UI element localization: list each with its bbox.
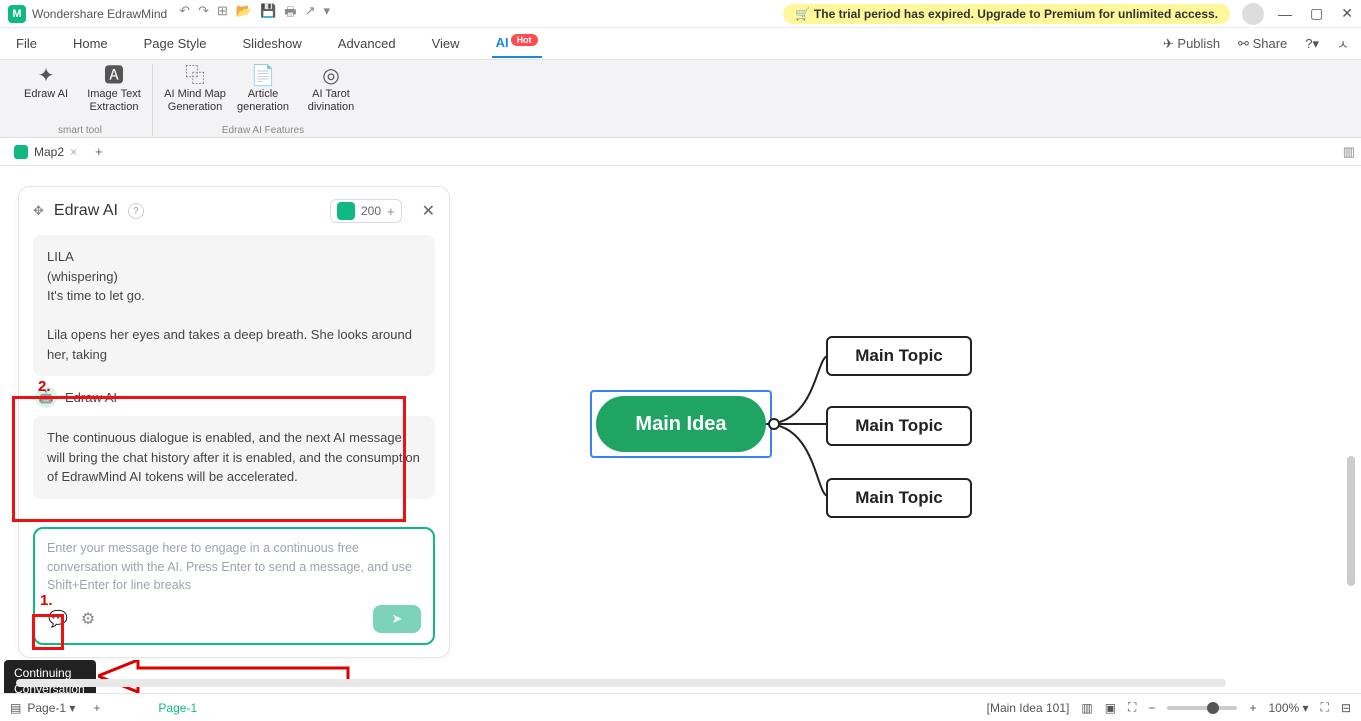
menu-home[interactable]: Home	[69, 30, 112, 57]
ribbon: ✦Edraw AI 🅰Image Text Extraction smart t…	[0, 60, 1361, 138]
topic-node[interactable]: Main Topic	[826, 406, 972, 446]
maximize-icon[interactable]: ▢	[1310, 5, 1323, 22]
title-bar: M Wondershare EdrawMind ↶ ↷ ⊞ 📂 💾 🖶 ↗ ▾ …	[0, 0, 1361, 28]
collapse-icon[interactable]: ⊟	[1341, 701, 1351, 715]
zoom-in-button[interactable]: +	[1249, 701, 1256, 715]
panel-toggle-icon[interactable]: ▥	[1343, 144, 1355, 160]
send-button[interactable]: ➤	[373, 605, 421, 633]
user-avatar[interactable]	[1242, 3, 1264, 25]
group-label: Edraw AI Features	[222, 125, 304, 136]
menu-bar: File Home Page Style Slideshow Advanced …	[0, 28, 1361, 60]
app-logo: M	[8, 5, 26, 23]
close-icon[interactable]: ✕	[1341, 5, 1353, 22]
menu-ai[interactable]: AIHot	[492, 29, 542, 58]
hot-badge: Hot	[511, 34, 538, 46]
ai-message: LILA (whispering) It's time to let go. L…	[33, 235, 435, 376]
zoom-out-button[interactable]: −	[1148, 701, 1155, 715]
panel-close-icon[interactable]: ✕	[422, 201, 435, 221]
open-icon[interactable]: 📂	[236, 3, 252, 25]
add-page-button[interactable]: +	[93, 701, 100, 715]
horizontal-scrollbar[interactable]	[16, 679, 1226, 687]
fit-width-icon[interactable]: ⛶	[1128, 700, 1136, 715]
add-tokens-button[interactable]: +	[387, 204, 395, 219]
drag-handle-icon[interactable]: ✥	[33, 203, 44, 219]
window-controls: — ▢ ✕	[1278, 5, 1353, 22]
image-text-extraction-button[interactable]: 🅰Image Text Extraction	[82, 64, 146, 114]
edraw-ai-button[interactable]: ✦Edraw AI	[14, 64, 78, 114]
save-icon[interactable]: 💾	[260, 3, 276, 25]
ai-input-area[interactable]: Enter your message here to engage in a c…	[33, 527, 435, 645]
bot-avatar-icon: 🤖	[35, 386, 57, 408]
topic-node[interactable]: Main Topic	[826, 336, 972, 376]
article-icon: 📄	[251, 64, 276, 88]
minimize-icon[interactable]: —	[1278, 6, 1292, 22]
page-selector[interactable]: Page-1 ▾	[27, 701, 75, 715]
undo-icon[interactable]: ↶	[179, 3, 190, 25]
token-counter: 200 +	[330, 199, 402, 223]
collapse-ribbon-icon[interactable]: ㅅ	[1337, 34, 1349, 53]
ai-message: The continuous dialogue is enabled, and …	[33, 416, 435, 499]
bot-name: Edraw AI	[65, 390, 117, 405]
ocr-icon: 🅰	[104, 64, 124, 88]
status-bar: ▤ Page-1 ▾ + Page-1 [Main Idea 101] ▥ ▣ …	[0, 693, 1361, 721]
print-icon[interactable]: 🖶	[284, 3, 296, 25]
article-generation-button[interactable]: 📄Article generation	[231, 64, 295, 114]
trial-banner[interactable]: 🛒 The trial period has expired. Upgrade …	[783, 4, 1230, 24]
fullscreen-icon[interactable]: ⛶	[1321, 700, 1329, 715]
token-value: 200	[361, 204, 381, 218]
more-icon[interactable]: ▾	[323, 3, 330, 25]
ai-mindmap-button[interactable]: ⿻AI Mind Map Generation	[163, 64, 227, 114]
vertical-scrollbar[interactable]	[1347, 456, 1355, 586]
outline-toggle-icon[interactable]: ▤	[10, 701, 21, 715]
token-icon	[337, 202, 355, 220]
app-title: Wondershare EdrawMind	[32, 7, 167, 21]
menu-file[interactable]: File	[12, 30, 41, 57]
mindmap-icon: ⿻	[185, 64, 205, 88]
ai-icon: ✦	[38, 64, 55, 88]
bot-header: 🤖 Edraw AI	[35, 386, 435, 408]
ribbon-group-smart-tool: ✦Edraw AI 🅰Image Text Extraction smart t…	[8, 64, 153, 136]
trial-text: The trial period has expired. Upgrade to…	[814, 7, 1218, 21]
menu-advanced[interactable]: Advanced	[334, 30, 400, 57]
share-button[interactable]: ⚯ Share	[1238, 36, 1287, 52]
tab-close-icon[interactable]: ×	[70, 145, 77, 159]
topic-node[interactable]: Main Topic	[826, 478, 972, 518]
menu-view[interactable]: View	[428, 30, 464, 57]
ai-input-placeholder[interactable]: Enter your message here to engage in a c…	[47, 539, 421, 595]
document-tabs: Map2 × + ▥	[0, 138, 1361, 166]
layout-icon[interactable]: ▥	[1081, 701, 1092, 715]
publish-button[interactable]: ✈ Publish	[1163, 36, 1220, 52]
ai-panel-title: Edraw AI	[54, 202, 118, 220]
main-idea-node[interactable]: Main Idea	[596, 396, 766, 452]
doc-tab-label: Map2	[34, 145, 64, 159]
menu-slideshow[interactable]: Slideshow	[239, 30, 306, 57]
group-label: smart tool	[58, 125, 102, 136]
ribbon-group-edraw-ai-features: ⿻AI Mind Map Generation 📄Article generat…	[157, 64, 369, 136]
ai-panel-header: ✥ Edraw AI ? 200 + ✕	[19, 187, 449, 235]
new-tab-button[interactable]: +	[95, 144, 103, 159]
redo-icon[interactable]: ↷	[198, 3, 209, 25]
menu-page-style[interactable]: Page Style	[140, 30, 211, 57]
doc-tab[interactable]: Map2 ×	[6, 145, 85, 159]
zoom-slider[interactable]	[1167, 706, 1237, 710]
continuing-conversation-button[interactable]: 💬	[47, 608, 69, 630]
export-icon[interactable]: ↗	[305, 3, 316, 25]
ai-tarot-button[interactable]: ◎AI Tarot divination	[299, 64, 363, 114]
tarot-icon: ◎	[322, 64, 339, 88]
zoom-value[interactable]: 100% ▾	[1268, 701, 1308, 715]
doc-icon	[14, 145, 28, 159]
edraw-ai-panel: ✥ Edraw AI ? 200 + ✕ LILA (whispering) I…	[18, 186, 450, 658]
help-icon[interactable]: ?▾	[1305, 36, 1319, 52]
quick-access: ↶ ↷ ⊞ 📂 💾 🖶 ↗ ▾	[179, 3, 330, 25]
page-list-item[interactable]: Page-1	[158, 701, 197, 715]
ai-panel-body[interactable]: LILA (whispering) It's time to let go. L…	[19, 235, 449, 519]
expand-handle[interactable]	[768, 418, 780, 430]
selection-info: [Main Idea 101]	[987, 701, 1070, 715]
new-icon[interactable]: ⊞	[217, 3, 228, 25]
help-icon[interactable]: ?	[128, 203, 144, 219]
settings-icon[interactable]: ⚙	[77, 608, 99, 630]
fit-page-icon[interactable]: ▣	[1105, 701, 1116, 715]
cart-icon: 🛒	[795, 7, 810, 21]
